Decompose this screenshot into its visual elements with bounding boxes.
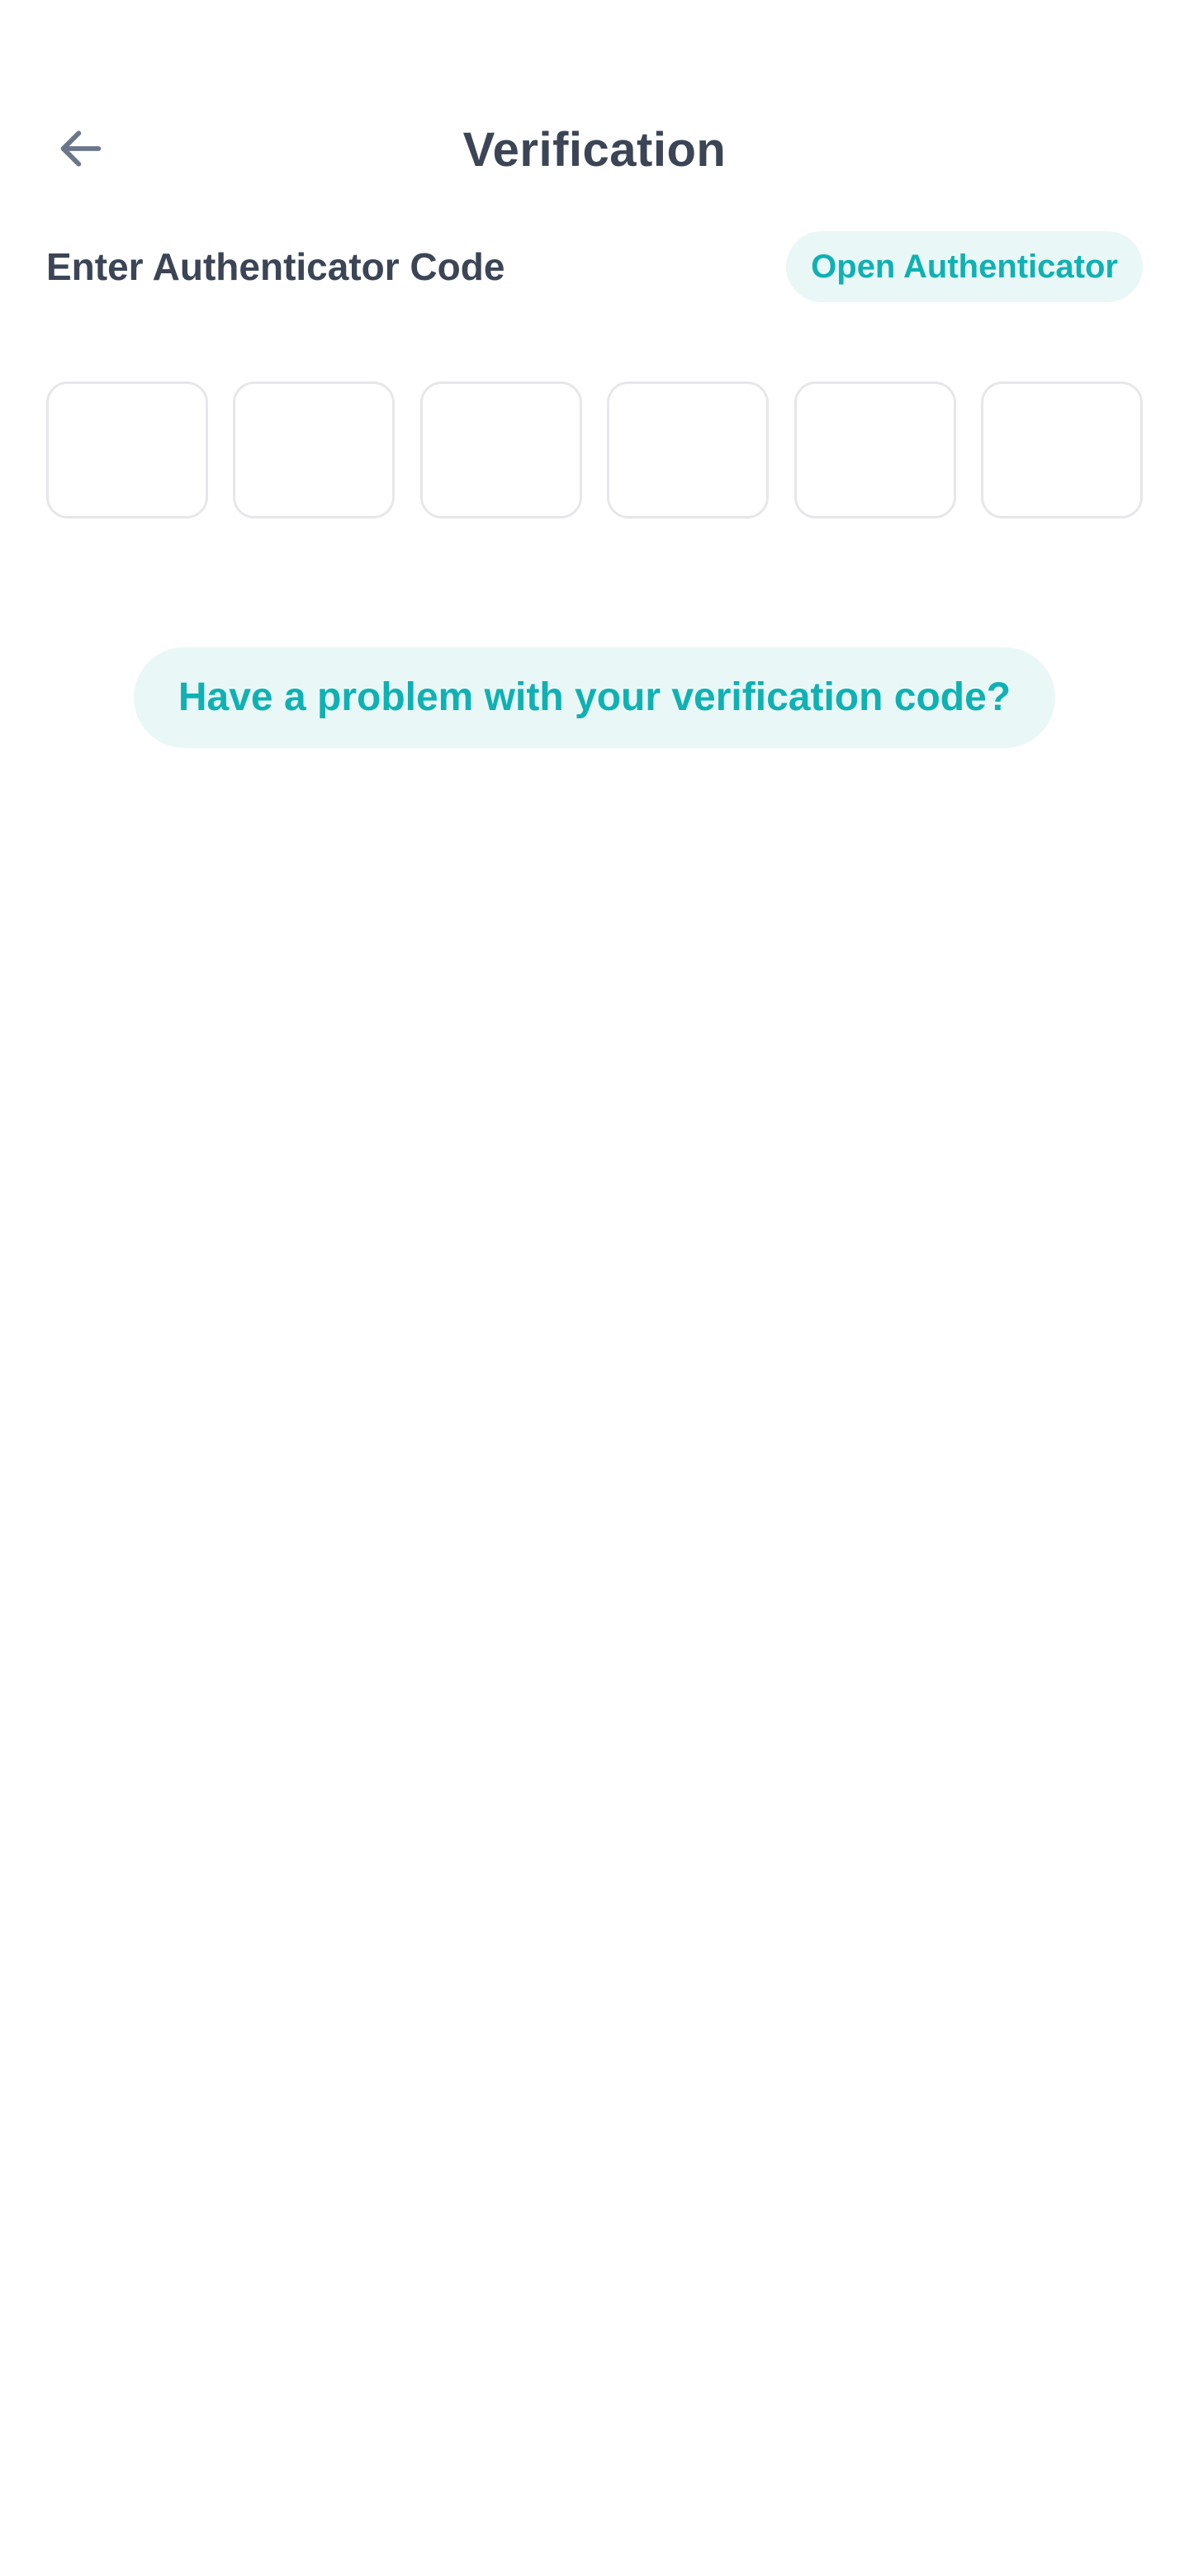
header: Verification [0,99,1189,201]
otp-digit-input-5[interactable] [793,381,956,519]
page-title: Verification [462,123,727,177]
enter-code-label: Enter Authenticator Code [46,245,505,288]
otp-digit-input-1[interactable] [46,381,208,519]
otp-input-group [46,381,1143,520]
otp-digit-input-6[interactable] [980,381,1143,519]
otp-digit-input-4[interactable] [607,381,770,519]
open-authenticator-button[interactable]: Open Authenticator [786,231,1143,302]
arrow-left-icon [54,122,107,179]
back-button[interactable] [43,117,119,183]
authenticator-code-row: Enter Authenticator Code Open Authentica… [46,230,1143,304]
verification-help-button[interactable]: Have a problem with your verification co… [134,647,1055,748]
otp-digit-input-3[interactable] [419,381,582,519]
otp-digit-input-2[interactable] [233,381,396,519]
